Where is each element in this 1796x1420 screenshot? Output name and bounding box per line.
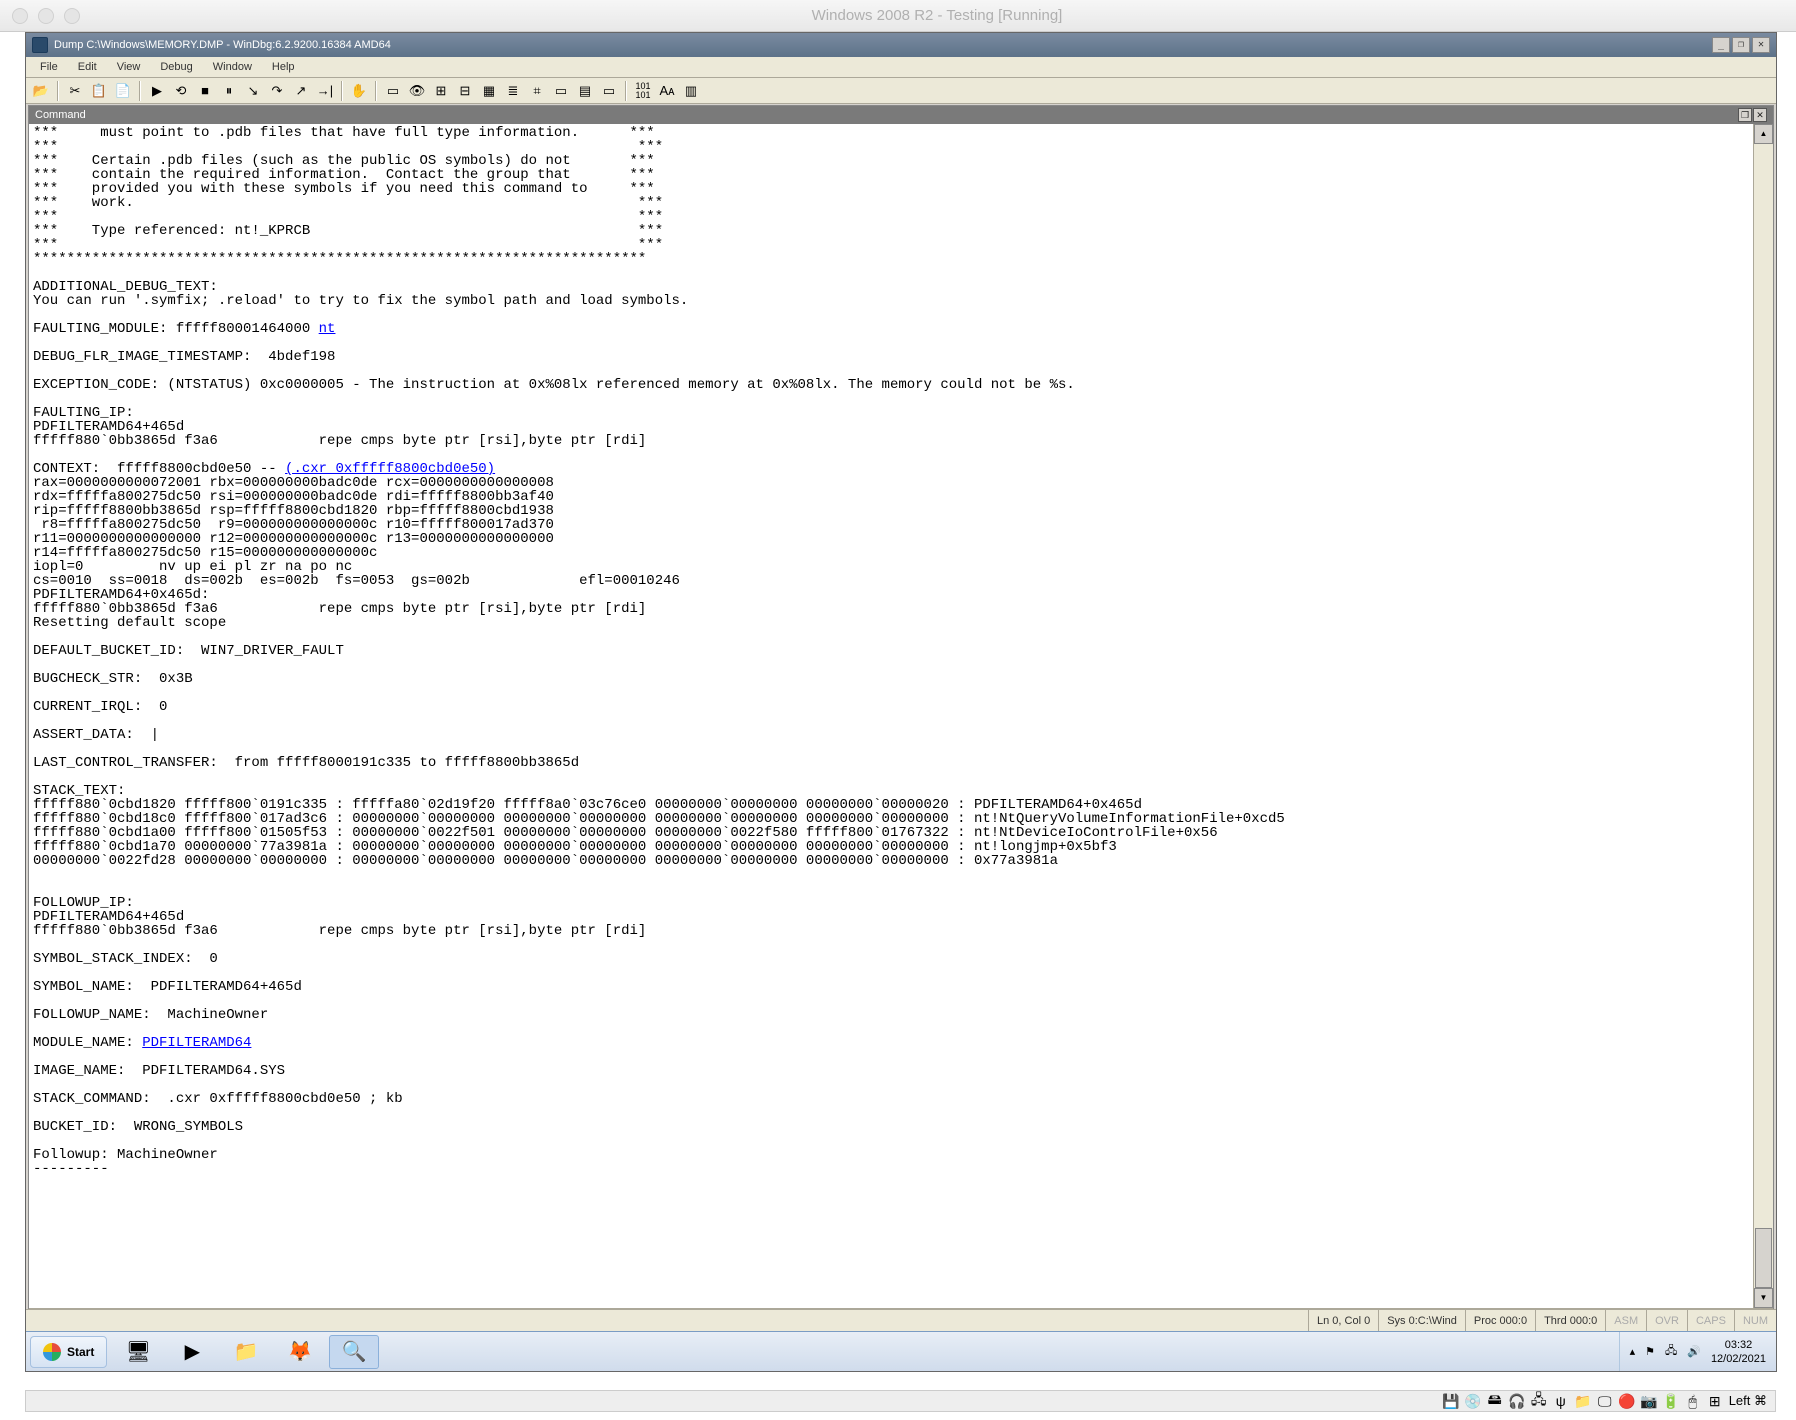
- close-button[interactable]: ✕: [1752, 37, 1770, 53]
- status-lncol: Ln 0, Col 0: [1308, 1310, 1378, 1331]
- font-icon[interactable]: Aᴀ: [656, 80, 678, 102]
- status-asm: ASM: [1605, 1310, 1646, 1331]
- scroll-down-icon[interactable]: ▼: [1754, 1288, 1773, 1308]
- paste-icon[interactable]: 📄: [112, 80, 134, 102]
- taskbar-powershell[interactable]: ▶: [167, 1335, 217, 1369]
- registers-window-icon[interactable]: ⊟: [454, 80, 476, 102]
- memory-window-icon[interactable]: ▦: [478, 80, 500, 102]
- menu-window[interactable]: Window: [203, 59, 262, 75]
- host-title: Windows 2008 R2 - Testing [Running]: [90, 7, 1784, 24]
- status-num: NUM: [1734, 1310, 1776, 1331]
- host-usb-icon[interactable]: ψ: [1553, 1393, 1569, 1409]
- host-cam-icon[interactable]: 📷: [1641, 1393, 1657, 1409]
- binary-icon[interactable]: 101101: [632, 80, 654, 102]
- host-minimize-button[interactable]: [38, 8, 54, 24]
- locals-window-icon[interactable]: ⊞: [430, 80, 452, 102]
- open-icon[interactable]: 📂: [30, 80, 52, 102]
- tray-show-hidden-icon[interactable]: ▴: [1630, 1345, 1636, 1358]
- host-net-icon[interactable]: 🖧: [1531, 1393, 1547, 1409]
- system-tray[interactable]: ▴ ⚑ 🖧 🔊 03:32 12/02/2021: [1619, 1332, 1776, 1371]
- command-output[interactable]: *** must point to .pdb files that have f…: [29, 124, 1753, 1308]
- vm-viewport: Dump C:\Windows\MEMORY.DMP - WinDbg:6.2.…: [25, 32, 1777, 1372]
- break-icon[interactable]: ⏸: [218, 80, 240, 102]
- windbg-app-icon: [32, 37, 48, 53]
- windows-logo-icon: [43, 1343, 61, 1361]
- host-shared-icon[interactable]: 📁: [1575, 1393, 1591, 1409]
- taskbar-firefox[interactable]: 🦊: [275, 1335, 325, 1369]
- host-zoom-button[interactable]: [64, 8, 80, 24]
- host-capture-key: Left ⌘: [1729, 1393, 1767, 1409]
- host-disk-icon[interactable]: 🖴: [1487, 1393, 1503, 1409]
- go-icon[interactable]: ▶: [146, 80, 168, 102]
- windows-taskbar: Start 🖥 ▶ 📁 🦊 🔍 ▴ ⚑ 🖧 🔊 03:32 12/02/2021: [26, 1331, 1776, 1371]
- host-window-controls: [12, 8, 80, 24]
- minimize-button[interactable]: _: [1712, 37, 1730, 53]
- status-proc: Proc 000:0: [1465, 1310, 1535, 1331]
- host-kbd-icon[interactable]: ⊞: [1707, 1393, 1723, 1409]
- tray-flag-icon[interactable]: ⚑: [1645, 1345, 1655, 1358]
- command-window-icon[interactable]: ▭: [382, 80, 404, 102]
- command-panel-header[interactable]: Command ❐ ✕: [29, 106, 1773, 124]
- disasm-window-icon[interactable]: ⌗: [526, 80, 548, 102]
- status-thrd: Thrd 000:0: [1535, 1310, 1605, 1331]
- callstack-window-icon[interactable]: ≣: [502, 80, 524, 102]
- scroll-up-icon[interactable]: ▲: [1754, 124, 1773, 144]
- command-panel-title: Command: [35, 109, 86, 121]
- step-over-icon[interactable]: ↷: [266, 80, 288, 102]
- panel-restore-button[interactable]: ❐: [1738, 108, 1752, 122]
- system-clock[interactable]: 03:32 12/02/2021: [1711, 1338, 1766, 1366]
- status-caps: CAPS: [1687, 1310, 1734, 1331]
- command-panel: Command ❐ ✕ *** must point to .pdb files…: [28, 105, 1774, 1329]
- taskbar-explorer[interactable]: 📁: [221, 1335, 271, 1369]
- restart-icon[interactable]: ⟲: [170, 80, 192, 102]
- host-hd-icon[interactable]: 💾: [1443, 1393, 1459, 1409]
- scratch-window-icon[interactable]: ▭: [550, 80, 572, 102]
- host-titlebar: Windows 2008 R2 - Testing [Running]: [0, 0, 1796, 32]
- menu-file[interactable]: File: [30, 59, 68, 75]
- host-mouse-icon[interactable]: 🖱: [1685, 1393, 1701, 1409]
- step-into-icon[interactable]: ↘: [242, 80, 264, 102]
- taskbar-windbg[interactable]: 🔍: [329, 1335, 379, 1369]
- link-module[interactable]: PDFILTERAMD64: [142, 1035, 251, 1051]
- restore-button[interactable]: ❐: [1732, 37, 1750, 53]
- copy-icon[interactable]: 📋: [88, 80, 110, 102]
- status-ovr: OVR: [1646, 1310, 1687, 1331]
- windbg-title-text: Dump C:\Windows\MEMORY.DMP - WinDbg:6.2.…: [54, 39, 391, 51]
- menu-bar: File Edit View Debug Window Help: [26, 57, 1776, 78]
- start-button[interactable]: Start: [30, 1336, 107, 1368]
- windbg-status-bar: Ln 0, Col 0 Sys 0:C:\Wind Proc 000:0 Thr…: [26, 1309, 1776, 1331]
- host-power-icon[interactable]: 🔋: [1663, 1393, 1679, 1409]
- menu-debug[interactable]: Debug: [150, 59, 202, 75]
- menu-help[interactable]: Help: [262, 59, 305, 75]
- vm-host-statusbar: 💾 💿 🖴 🎧 🖧 ψ 📁 🖵 🔴 📷 🔋 🖱 ⊞ Left ⌘: [25, 1390, 1776, 1412]
- toolbar: 📂 ✂ 📋 📄 ▶ ⟲ ■ ⏸ ↘ ↷ ↗ →| ✋ ▭ 👁 ⊞ ⊟ ▦ ≣ ⌗…: [26, 78, 1776, 104]
- taskbar-server-manager[interactable]: 🖥: [113, 1335, 163, 1369]
- host-rec-icon[interactable]: 🔴: [1619, 1393, 1635, 1409]
- link-nt[interactable]: nt: [319, 321, 336, 337]
- options-icon[interactable]: ▥: [680, 80, 702, 102]
- cut-icon[interactable]: ✂: [64, 80, 86, 102]
- vertical-scrollbar[interactable]: ▲ ▼: [1753, 124, 1773, 1308]
- host-cd-icon[interactable]: 💿: [1465, 1393, 1481, 1409]
- breakpoint-icon[interactable]: ✋: [348, 80, 370, 102]
- step-out-icon[interactable]: ↗: [290, 80, 312, 102]
- windbg-titlebar[interactable]: Dump C:\Windows\MEMORY.DMP - WinDbg:6.2.…: [26, 33, 1776, 57]
- host-audio-icon[interactable]: 🎧: [1509, 1393, 1525, 1409]
- panel-close-button[interactable]: ✕: [1753, 108, 1767, 122]
- tray-network-icon[interactable]: 🖧: [1665, 1342, 1677, 1361]
- scroll-thumb[interactable]: [1755, 1228, 1772, 1288]
- processes-window-icon[interactable]: ▤: [574, 80, 596, 102]
- host-display-icon[interactable]: 🖵: [1597, 1393, 1613, 1409]
- menu-view[interactable]: View: [107, 59, 151, 75]
- windbg-window: Dump C:\Windows\MEMORY.DMP - WinDbg:6.2.…: [26, 33, 1776, 1331]
- status-sys: Sys 0:C:\Wind: [1378, 1310, 1465, 1331]
- host-close-button[interactable]: [12, 8, 28, 24]
- run-to-cursor-icon[interactable]: →|: [314, 80, 336, 102]
- stop-icon[interactable]: ■: [194, 80, 216, 102]
- source-mode-icon[interactable]: ▭: [598, 80, 620, 102]
- tray-volume-icon[interactable]: 🔊: [1687, 1345, 1701, 1358]
- watch-window-icon[interactable]: 👁: [406, 80, 428, 102]
- menu-edit[interactable]: Edit: [68, 59, 107, 75]
